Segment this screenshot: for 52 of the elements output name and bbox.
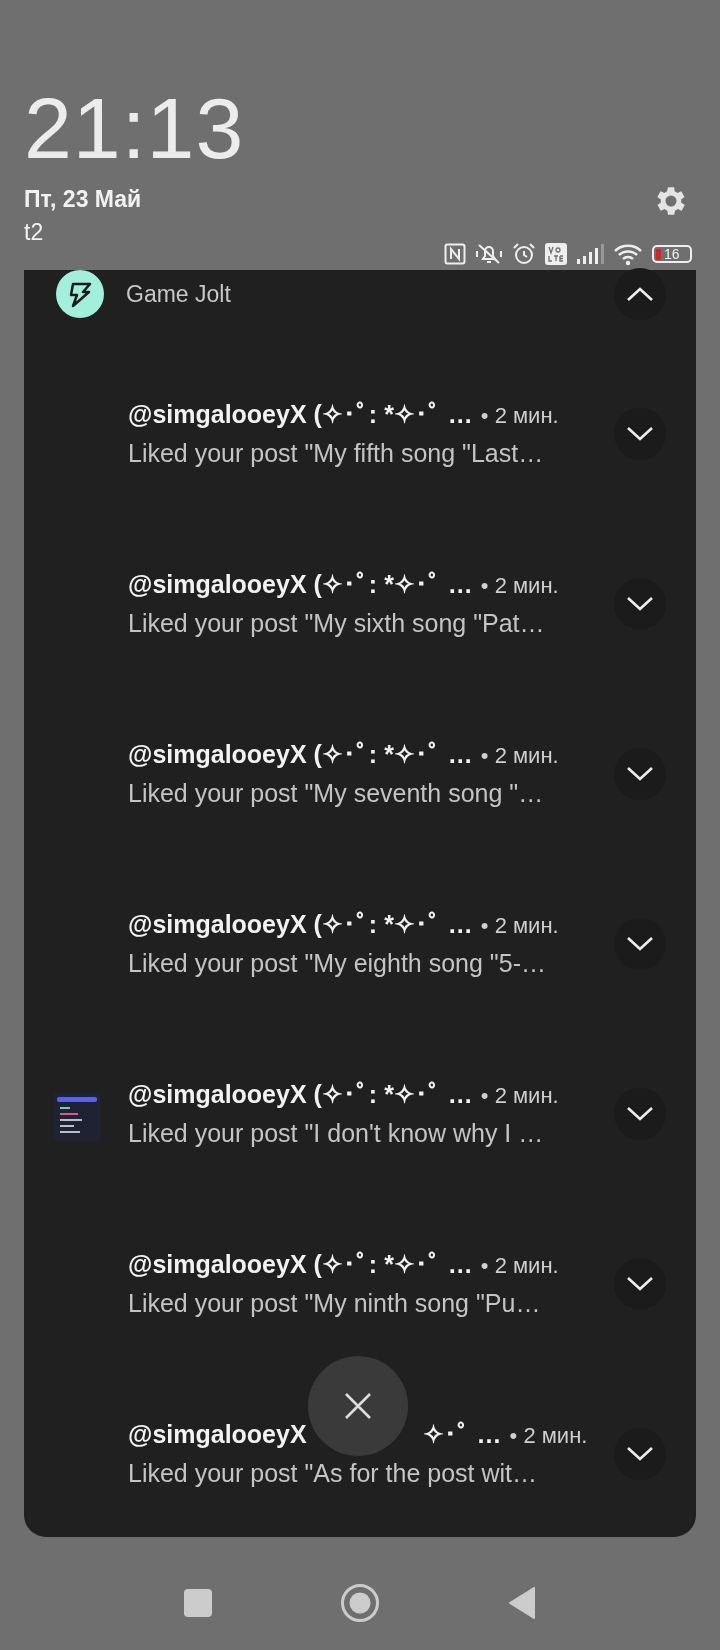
notification-text: Liked your post "My eighth song "5-… [128, 949, 547, 978]
expand-button[interactable] [614, 408, 666, 460]
chevron-down-icon [626, 1446, 654, 1462]
notification-text: Liked your post "My ninth song "Pu… [128, 1289, 542, 1318]
chevron-icon [626, 286, 654, 302]
clock-time: 21:13 [24, 79, 245, 178]
expand-button[interactable] [614, 748, 666, 800]
close-icon [343, 1391, 373, 1421]
chevron-down-icon [626, 426, 654, 442]
volte-icon [545, 243, 567, 265]
chevron-down-icon [626, 596, 654, 612]
notification-text: Liked your post "My seventh song "… [128, 779, 545, 808]
back-button[interactable] [508, 1586, 536, 1620]
expand-button[interactable] [614, 1428, 666, 1480]
notification-text: Liked your post "My sixth song "Pat… [128, 609, 546, 638]
alarm-icon [512, 242, 536, 266]
muted-bell-icon [475, 242, 503, 266]
home-button[interactable] [340, 1583, 380, 1623]
notification-time: • 2 мин. [480, 743, 559, 769]
nfc-icon [444, 243, 466, 265]
expand-button[interactable] [614, 918, 666, 970]
chevron-down-icon [626, 1106, 654, 1122]
date-label: Пт, 23 Май [24, 185, 143, 214]
notification-time: • 2 мин. [480, 573, 559, 599]
chevron-down-icon [626, 1276, 654, 1292]
notification-time: • 2 мин. [480, 1253, 559, 1279]
notification-text: Liked your post "As for the post wit… [128, 1459, 539, 1488]
notification-text: Liked your post "My fifth song "Last… [128, 439, 545, 468]
signal-icon [576, 244, 604, 264]
notification-time: • 2 мин. [509, 1423, 588, 1449]
battery-indicator: 16 [652, 245, 692, 263]
sender-name: @simgalooeyX (✧･ﾟ: *✧･ﾟ … [128, 570, 473, 599]
notification-time: • 2 мин. [480, 1083, 559, 1109]
expand-button[interactable] [614, 1088, 666, 1140]
wifi-icon [613, 242, 643, 266]
sender-name: @simgalooeyX (✧･ﾟ: *✧･ﾟ … [128, 1080, 473, 1109]
expand-button[interactable] [614, 1258, 666, 1310]
chevron-down-icon [626, 766, 654, 782]
app-name: Game Jolt [126, 280, 232, 308]
collapse-button[interactable] [614, 268, 666, 320]
sender-name: @simgalooeyX (✧･ﾟ: *✧･ﾟ … [128, 1250, 473, 1279]
notification-text: Liked your post "I don't know why I … [128, 1119, 545, 1148]
notification-time: • 2 мин. [480, 913, 559, 939]
sender-name: @simgalooeyX (✧･ﾟ: *✧･ﾟ … [128, 400, 473, 429]
sender-name: @simgalooeyX (✧･ﾟ: *✧･ﾟ … [128, 740, 473, 769]
chevron-down-icon [626, 936, 654, 952]
sender-name: ✧･ﾟ … [422, 1420, 502, 1449]
carrier-label: t2 [24, 218, 45, 247]
expand-button[interactable] [614, 578, 666, 630]
sender-name: @simgalooeyX [128, 1420, 307, 1449]
sender-name: @simgalooeyX (✧･ﾟ: *✧･ﾟ … [128, 910, 473, 939]
notification-time: • 2 мин. [480, 403, 559, 429]
